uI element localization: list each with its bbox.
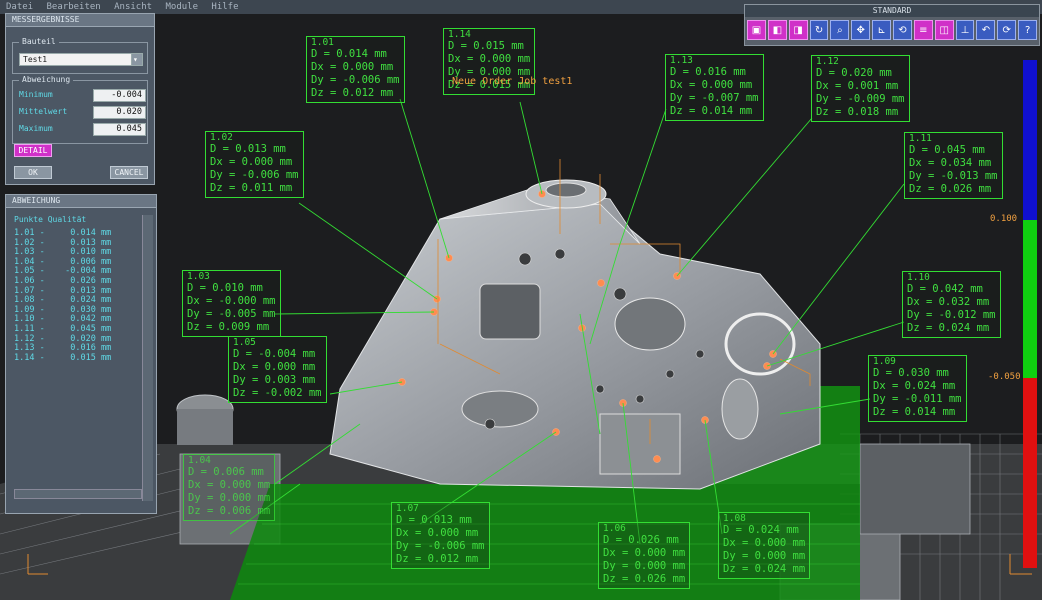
mean-value: 0.020	[93, 106, 146, 119]
reset-view-icon[interactable]: ⟲	[893, 20, 912, 40]
deviation-panel-title: ABWEICHUNG	[6, 195, 156, 208]
measure-icon[interactable]: ⊥	[955, 20, 975, 40]
layers-icon[interactable]: ◫	[934, 20, 954, 40]
callout-1-03: 1.03 D = 0.010 mm Dx = -0.000 mm Dy = -0.…	[182, 270, 281, 337]
part-group-label: Bauteil	[19, 37, 59, 47]
help-icon[interactable]: ?	[1018, 20, 1038, 40]
results-panel: MESSERGEBNISSE Bauteil Test1 ▾ Abweichun…	[5, 13, 155, 185]
scale-blue	[1023, 60, 1037, 220]
min-label: Minimum	[19, 90, 53, 99]
callout-1-09: 1.09 D = 0.030 mm Dx = 0.024 mm Dy = -0.0…	[868, 355, 967, 422]
callout-1-13: 1.13 D = 0.016 mm Dx = 0.000 mm Dy = -0.0…	[665, 54, 764, 121]
min-value: -0.004	[93, 89, 146, 102]
callout-1-08: 1.08 D = 0.024 mm Dx = 0.000 mm Dy = 0.00…	[718, 512, 811, 579]
detail-button[interactable]: DETAIL	[14, 144, 52, 157]
callout-1-04: 1.04 D = 0.006 mm Dx = 0.000 mm Dy = 0.00…	[183, 454, 276, 521]
results-panel-title: MESSERGEBNISSE	[6, 14, 154, 27]
standard-toolbar: STANDARD ▣ ◧ ◨ ↻ ⌕ ✥ ⊾ ⟲ ≡ ◫ ⊥ ↶ ⟳ ?	[744, 4, 1040, 46]
job-label: Neue Order Job test1	[452, 76, 573, 87]
scale-lower-label: -0.050	[988, 372, 1021, 382]
vertical-scrollbar[interactable]	[142, 215, 153, 501]
max-label: Maximum	[19, 124, 53, 133]
deviation-list[interactable]: 1.01 - 0.014 mm 1.02 - 0.013 mm 1.03 - 0…	[14, 228, 140, 487]
cube-side-icon[interactable]: ◨	[788, 20, 808, 40]
undo-icon[interactable]: ↶	[976, 20, 996, 40]
refresh-icon[interactable]: ⟳	[997, 20, 1017, 40]
scale-upper-label: 0.100	[990, 214, 1018, 224]
cube-icon[interactable]: ▣	[747, 20, 766, 40]
axis-icon[interactable]: ⊾	[872, 20, 892, 40]
scale-green	[1023, 220, 1037, 378]
max-value: 0.045	[93, 123, 146, 136]
callout-1-12: 1.12 D = 0.020 mm Dx = 0.001 mm Dy = -0.0…	[811, 55, 910, 122]
scale-red	[1023, 378, 1037, 568]
list-icon[interactable]: ≡	[913, 20, 933, 40]
deviation-panel: ABWEICHUNG Punkte Qualität 1.01 - 0.014 …	[5, 194, 157, 514]
menu-modules[interactable]: Module	[165, 2, 198, 12]
part-select-dropdown[interactable]: ▾	[131, 53, 143, 66]
callout-1-02: 1.02 D = 0.013 mm Dx = 0.000 mm Dy = -0.0…	[205, 131, 304, 198]
menu-file[interactable]: Datei	[6, 2, 33, 12]
callout-1-07: 1.07 D = 0.013 mm Dx = 0.000 mm Dy = -0.0…	[391, 502, 490, 569]
callout-1-06: 1.06 D = 0.026 mm Dx = 0.000 mm Dy = 0.00…	[598, 522, 691, 589]
part-group: Bauteil Test1 ▾	[12, 37, 148, 74]
deviation-color-scale	[1023, 60, 1037, 568]
cmm-application-window: Datei Bearbeiten Ansicht Module Hilfe 1.…	[0, 0, 1042, 600]
callout-1-10: 1.10 D = 0.042 mm Dx = 0.032 mm Dy = -0.0…	[902, 271, 1001, 338]
menu-view[interactable]: Ansicht	[114, 2, 152, 12]
callout-1-05: 1.05 D = -0.004 mm Dx = 0.000 mm Dy = 0.0…	[228, 336, 327, 403]
horizontal-scrollbar[interactable]	[14, 489, 142, 499]
list-item[interactable]: 1.14 - 0.015 mm	[14, 353, 140, 364]
menu-help[interactable]: Hilfe	[211, 2, 238, 12]
callout-1-11: 1.11 D = 0.045 mm Dx = 0.034 mm Dy = -0.0…	[904, 132, 1003, 199]
cancel-button[interactable]: CANCEL	[110, 166, 148, 179]
rotate-icon[interactable]: ↻	[809, 20, 829, 40]
pan-icon[interactable]: ✥	[851, 20, 871, 40]
cube-front-icon[interactable]: ◧	[767, 20, 787, 40]
callout-1-01: 1.01 D = 0.014 mm Dx = 0.000 mm Dy = -0.0…	[306, 36, 405, 103]
part-select[interactable]: Test1	[19, 53, 132, 66]
deviation-list-header: Punkte Qualität	[14, 215, 87, 224]
mean-label: Mittelwert	[19, 107, 68, 116]
deviation-group: Abweichung Minimum -0.004 Mittelwert 0.0…	[12, 75, 148, 144]
menu-edit[interactable]: Bearbeiten	[47, 2, 101, 12]
toolbar-title: STANDARD	[745, 5, 1039, 17]
deviation-group-label: Abweichung	[19, 75, 74, 85]
zoom-icon[interactable]: ⌕	[830, 20, 850, 40]
ok-button[interactable]: OK	[14, 166, 52, 179]
